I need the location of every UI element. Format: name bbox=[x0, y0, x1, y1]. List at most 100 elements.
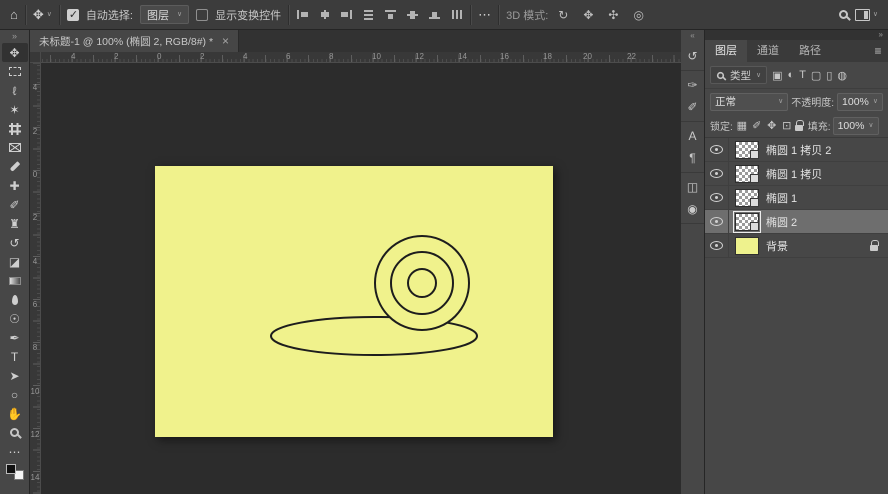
frame-tool[interactable] bbox=[2, 138, 28, 157]
eye-icon[interactable] bbox=[710, 145, 723, 154]
layer-thumbnail[interactable] bbox=[735, 140, 759, 159]
layer-filter-icons: ▣ ◐ T ▢ ▯ ◍ bbox=[771, 69, 848, 82]
filter-pixel-layers-icon[interactable]: ▣ bbox=[771, 69, 783, 82]
align-horizontal-centers-icon[interactable] bbox=[318, 9, 331, 20]
home-icon[interactable]: ⌂ bbox=[10, 7, 18, 22]
3d-roll-icon[interactable]: ✥ bbox=[580, 8, 596, 22]
move-tool[interactable]: ✥ bbox=[1, 43, 28, 62]
layer-row[interactable]: 背景 bbox=[705, 234, 888, 258]
ruler-origin-corner[interactable] bbox=[30, 52, 41, 63]
lock-transparent-pixels-icon[interactable]: ▦ bbox=[735, 119, 749, 132]
history-panel-icon[interactable]: ↺ bbox=[683, 47, 703, 65]
3d-rotate-icon[interactable]: ↻ bbox=[555, 8, 571, 22]
clone-stamp-tool[interactable]: ♜ bbox=[2, 214, 28, 233]
distribute-vertically-icon[interactable] bbox=[362, 9, 375, 20]
lock-image-pixels-icon[interactable]: ✐ bbox=[750, 119, 764, 132]
ellipse-tool[interactable]: ○ bbox=[2, 385, 28, 404]
brush-tool[interactable]: ✐ bbox=[2, 195, 28, 214]
tool-preset-move-icon[interactable]: ✥ ∨ bbox=[33, 7, 52, 23]
layer-filter-toggle-icon[interactable]: ◍ bbox=[836, 69, 848, 82]
edit-toolbar[interactable]: ⋯ bbox=[2, 442, 28, 461]
lock-position-icon[interactable]: ✥ bbox=[765, 119, 779, 132]
eye-icon[interactable] bbox=[710, 241, 723, 250]
layer-thumbnail[interactable] bbox=[735, 236, 759, 255]
layer-row[interactable]: 椭圆 1 拷贝 2 bbox=[705, 138, 888, 162]
eye-icon[interactable] bbox=[710, 169, 723, 178]
tab-channels[interactable]: 通道 bbox=[747, 40, 789, 62]
opacity-field[interactable]: 100% ∨ bbox=[837, 92, 883, 111]
align-right-edges-icon[interactable] bbox=[340, 9, 353, 20]
search-icon[interactable] bbox=[838, 10, 848, 19]
layer-row[interactable]: 椭圆 1 bbox=[705, 186, 888, 210]
canvas-workspace[interactable]: 4 2 0 2 4 6 8 10 12 14 16 18 20 22 4 2 0 2 4 6 8 10 12 14 bbox=[30, 52, 681, 494]
gradient-tool[interactable] bbox=[2, 271, 28, 290]
document-canvas[interactable] bbox=[155, 166, 553, 437]
brush-settings-panel-icon[interactable]: ✑ bbox=[683, 76, 703, 94]
align-top-edges-icon[interactable] bbox=[384, 9, 397, 20]
zoom-tool-icon bbox=[10, 428, 19, 437]
healing-brush-tool[interactable]: ✚ bbox=[2, 176, 28, 195]
paragraph-panel-icon[interactable]: ¶ bbox=[683, 149, 703, 167]
layer-thumbnail[interactable] bbox=[733, 210, 761, 233]
toolbar-collapse-icon[interactable]: » bbox=[12, 30, 17, 43]
blur-tool[interactable] bbox=[2, 290, 28, 309]
eyedropper-tool[interactable] bbox=[2, 157, 28, 176]
align-left-edges-icon[interactable] bbox=[296, 9, 309, 20]
eye-icon[interactable] bbox=[710, 217, 723, 226]
tab-layers[interactable]: 图层 bbox=[705, 40, 747, 62]
layer-row[interactable]: 椭圆 1 拷贝 bbox=[705, 162, 888, 186]
auto-select-mode-dropdown[interactable]: 图层 ∨ bbox=[139, 5, 190, 24]
history-brush-tool[interactable]: ↺ bbox=[2, 233, 28, 252]
panel-collapse-icon[interactable]: » bbox=[705, 30, 888, 40]
eraser-tool[interactable]: ◪ bbox=[2, 252, 28, 271]
distribute-horizontally-icon[interactable] bbox=[450, 9, 463, 20]
properties-panel-icon[interactable]: ◉ bbox=[683, 200, 703, 218]
fill-field[interactable]: 100% ∨ bbox=[832, 116, 879, 135]
path-selection-tool[interactable]: ➤ bbox=[2, 366, 28, 385]
filter-shape-layers-icon[interactable]: ▢ bbox=[810, 69, 822, 82]
dock-expand-icon[interactable]: « bbox=[690, 30, 694, 42]
dodge-tool[interactable]: ☉ bbox=[2, 309, 28, 328]
workspace-switcher[interactable]: ∨ bbox=[854, 8, 878, 21]
type-tool[interactable]: T bbox=[2, 347, 28, 366]
show-transform-checkbox[interactable] bbox=[196, 8, 209, 21]
3d-camera-icon[interactable]: ◎ bbox=[630, 8, 646, 22]
crop-tool[interactable] bbox=[2, 119, 28, 138]
ruler-h-label: 20 bbox=[583, 52, 592, 61]
blend-mode-dropdown[interactable]: 正常 ∨ bbox=[710, 92, 789, 111]
layer-filter-type-dropdown[interactable]: 类型 ∨ bbox=[710, 66, 768, 84]
hand-tool[interactable]: ✋ bbox=[2, 404, 28, 423]
layer-thumbnail[interactable] bbox=[735, 188, 759, 207]
auto-select-checkbox[interactable] bbox=[66, 8, 79, 21]
tab-paths[interactable]: 路径 bbox=[789, 40, 831, 62]
foreground-color-swatch[interactable] bbox=[5, 464, 16, 474]
filter-type-layers-icon[interactable]: T bbox=[798, 69, 807, 81]
ruler-h-label: 4 bbox=[71, 52, 76, 61]
brushes-panel-icon[interactable]: ✐ bbox=[683, 98, 703, 116]
layer-row[interactable]: 椭圆 2 bbox=[705, 210, 888, 234]
filter-smart-objects-icon[interactable]: ▯ bbox=[825, 69, 833, 82]
eye-icon[interactable] bbox=[710, 193, 723, 202]
lock-all-icon[interactable] bbox=[794, 119, 804, 131]
pen-tool[interactable]: ✒ bbox=[2, 328, 28, 347]
shape-layer-badge-icon bbox=[750, 221, 759, 231]
rectangular-marquee-tool[interactable] bbox=[2, 62, 28, 81]
filter-adjustment-layers-icon[interactable]: ◐ bbox=[787, 69, 796, 81]
align-vertical-centers-icon[interactable] bbox=[406, 9, 419, 20]
document-tab[interactable]: 未标题-1 @ 100% (椭圆 2, RGB/8#) * × bbox=[30, 30, 240, 52]
zoom-tool[interactable] bbox=[2, 423, 28, 442]
lock-artboard-icon[interactable]: ⊡ bbox=[780, 119, 794, 132]
more-align-options-icon[interactable]: ⋯ bbox=[478, 7, 491, 23]
color-swatches[interactable] bbox=[5, 464, 24, 480]
3d-panel-icon[interactable]: ◫ bbox=[683, 178, 703, 196]
quick-selection-tool[interactable]: ✶ bbox=[2, 100, 28, 119]
layers-panel-menu-icon[interactable]: ≡ bbox=[868, 40, 888, 62]
align-bottom-edges-icon[interactable] bbox=[428, 9, 441, 20]
lasso-tool[interactable]: ℓ bbox=[2, 81, 28, 100]
close-tab-icon[interactable]: × bbox=[222, 34, 229, 48]
3d-pan-icon[interactable]: ✣ bbox=[605, 8, 621, 22]
character-panel-icon[interactable]: A bbox=[683, 127, 703, 145]
document-title: 未标题-1 @ 100% (椭圆 2, RGB/8#) * bbox=[39, 35, 214, 48]
layer-thumbnail[interactable] bbox=[735, 164, 759, 183]
magnifier-icon bbox=[838, 10, 848, 19]
